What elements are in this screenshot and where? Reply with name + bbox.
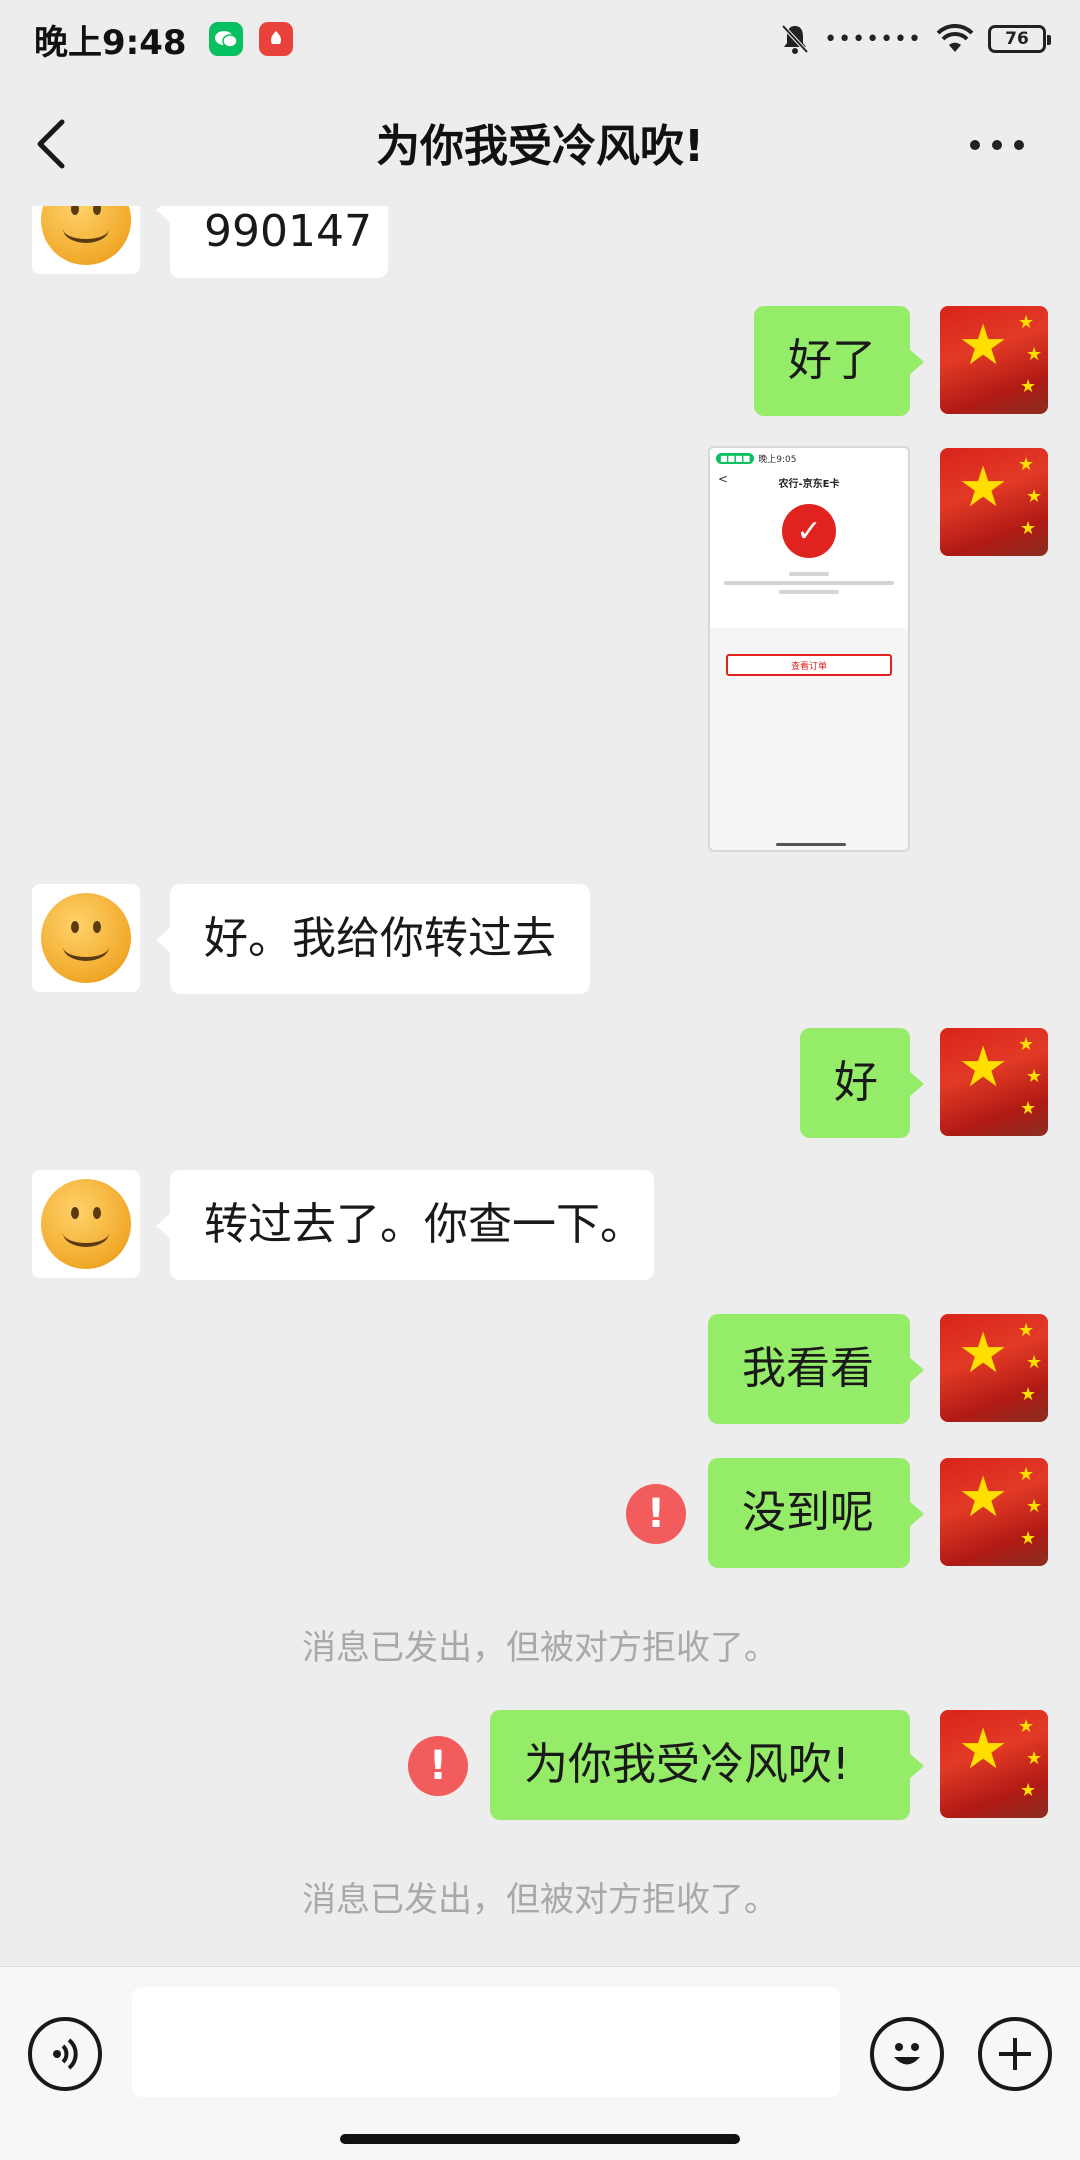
battery-level: 76 xyxy=(1005,29,1029,49)
error-icon[interactable]: ! xyxy=(408,1736,468,1796)
plus-icon[interactable] xyxy=(978,2017,1052,2091)
signal-dots: ••••••• xyxy=(824,26,922,52)
message-bubble-outgoing[interactable]: 没到呢 xyxy=(708,1458,924,1568)
message-bubble-incoming[interactable]: 990147 xyxy=(156,206,388,278)
error-icon[interactable]: ! xyxy=(626,1484,686,1544)
my-avatar[interactable]: ★ ★ ★ ★ xyxy=(940,1710,1048,1818)
message-input[interactable] xyxy=(132,1987,840,2097)
thumb-home-bar xyxy=(776,843,846,846)
voice-icon[interactable] xyxy=(28,2017,102,2091)
my-avatar[interactable]: ★ ★ ★ ★ xyxy=(940,448,1048,556)
my-avatar[interactable]: ★ ★ ★ ★ xyxy=(940,306,1048,414)
app-notification-icon xyxy=(258,22,293,56)
thumb-order-button: 查看订单 xyxy=(726,654,892,676)
contact-avatar[interactable] xyxy=(32,1170,140,1278)
my-avatar[interactable]: ★ ★ ★ ★ xyxy=(940,1314,1048,1422)
rejected-notice: 消息已发出，但被对方拒收了。 xyxy=(302,1880,778,1920)
message-bubble-outgoing[interactable]: 好 xyxy=(800,1028,924,1138)
message-bubble-outgoing[interactable]: 好了 xyxy=(754,306,924,416)
message-bubble-incoming[interactable]: 好。我给你转过去 xyxy=(156,884,590,994)
my-avatar[interactable]: ★ ★ ★ ★ xyxy=(940,1028,1048,1136)
message-bubble-incoming[interactable]: 转过去了。你查一下。 xyxy=(156,1170,654,1280)
smiley-face-icon xyxy=(41,893,131,983)
status-time: 晚上9:48 xyxy=(34,22,187,63)
contact-avatar[interactable] xyxy=(32,884,140,992)
input-bar xyxy=(0,1966,1080,2160)
thumb-status: ■■■■ 晚上9:05 xyxy=(710,448,908,469)
message-bubble-outgoing[interactable]: 为你我受冷风吹! xyxy=(490,1710,924,1820)
battery-icon: 76 xyxy=(988,25,1051,53)
more-icon[interactable] xyxy=(970,130,1040,160)
my-avatar[interactable]: ★ ★ ★ ★ xyxy=(940,1458,1048,1566)
back-arrow-icon[interactable] xyxy=(28,116,78,172)
chat-title: 为你我受冷风吹! xyxy=(375,121,705,172)
emoji-icon[interactable] xyxy=(870,2017,944,2091)
success-check-icon: ✓ xyxy=(782,504,836,558)
message-bubble-outgoing[interactable]: 我看看 xyxy=(708,1314,924,1424)
thumb-back-icon: < xyxy=(718,472,729,486)
chat-header: 为你我受冷风吹! xyxy=(0,78,1080,206)
smiley-face-icon xyxy=(41,1179,131,1269)
wechat-notification-icon xyxy=(208,22,243,56)
thumb-text-lines xyxy=(722,572,896,594)
rejected-notice: 消息已发出，但被对方拒收了。 xyxy=(302,1628,778,1668)
home-indicator[interactable] xyxy=(340,2134,740,2144)
smiley-face-icon xyxy=(41,206,131,265)
shared-screenshot-image[interactable]: ■■■■ 晚上9:05 < 农行-京东E卡 ✓ 查看订单 xyxy=(708,446,910,852)
status-indicators: ••••••• 76 xyxy=(780,23,1051,55)
contact-avatar[interactable] xyxy=(32,206,140,274)
status-bar: 晚上9:48 ••••••• 76 xyxy=(0,0,1080,78)
bell-muted-icon xyxy=(781,24,809,54)
wifi-icon xyxy=(936,24,974,52)
message-list[interactable]: 990147 好了 ★ ★ ★ ★ ■■■■ 晚上9:05 < 农行-京东E卡 … xyxy=(0,206,1080,1966)
thumb-title: 农行-京东E卡 xyxy=(778,479,840,490)
